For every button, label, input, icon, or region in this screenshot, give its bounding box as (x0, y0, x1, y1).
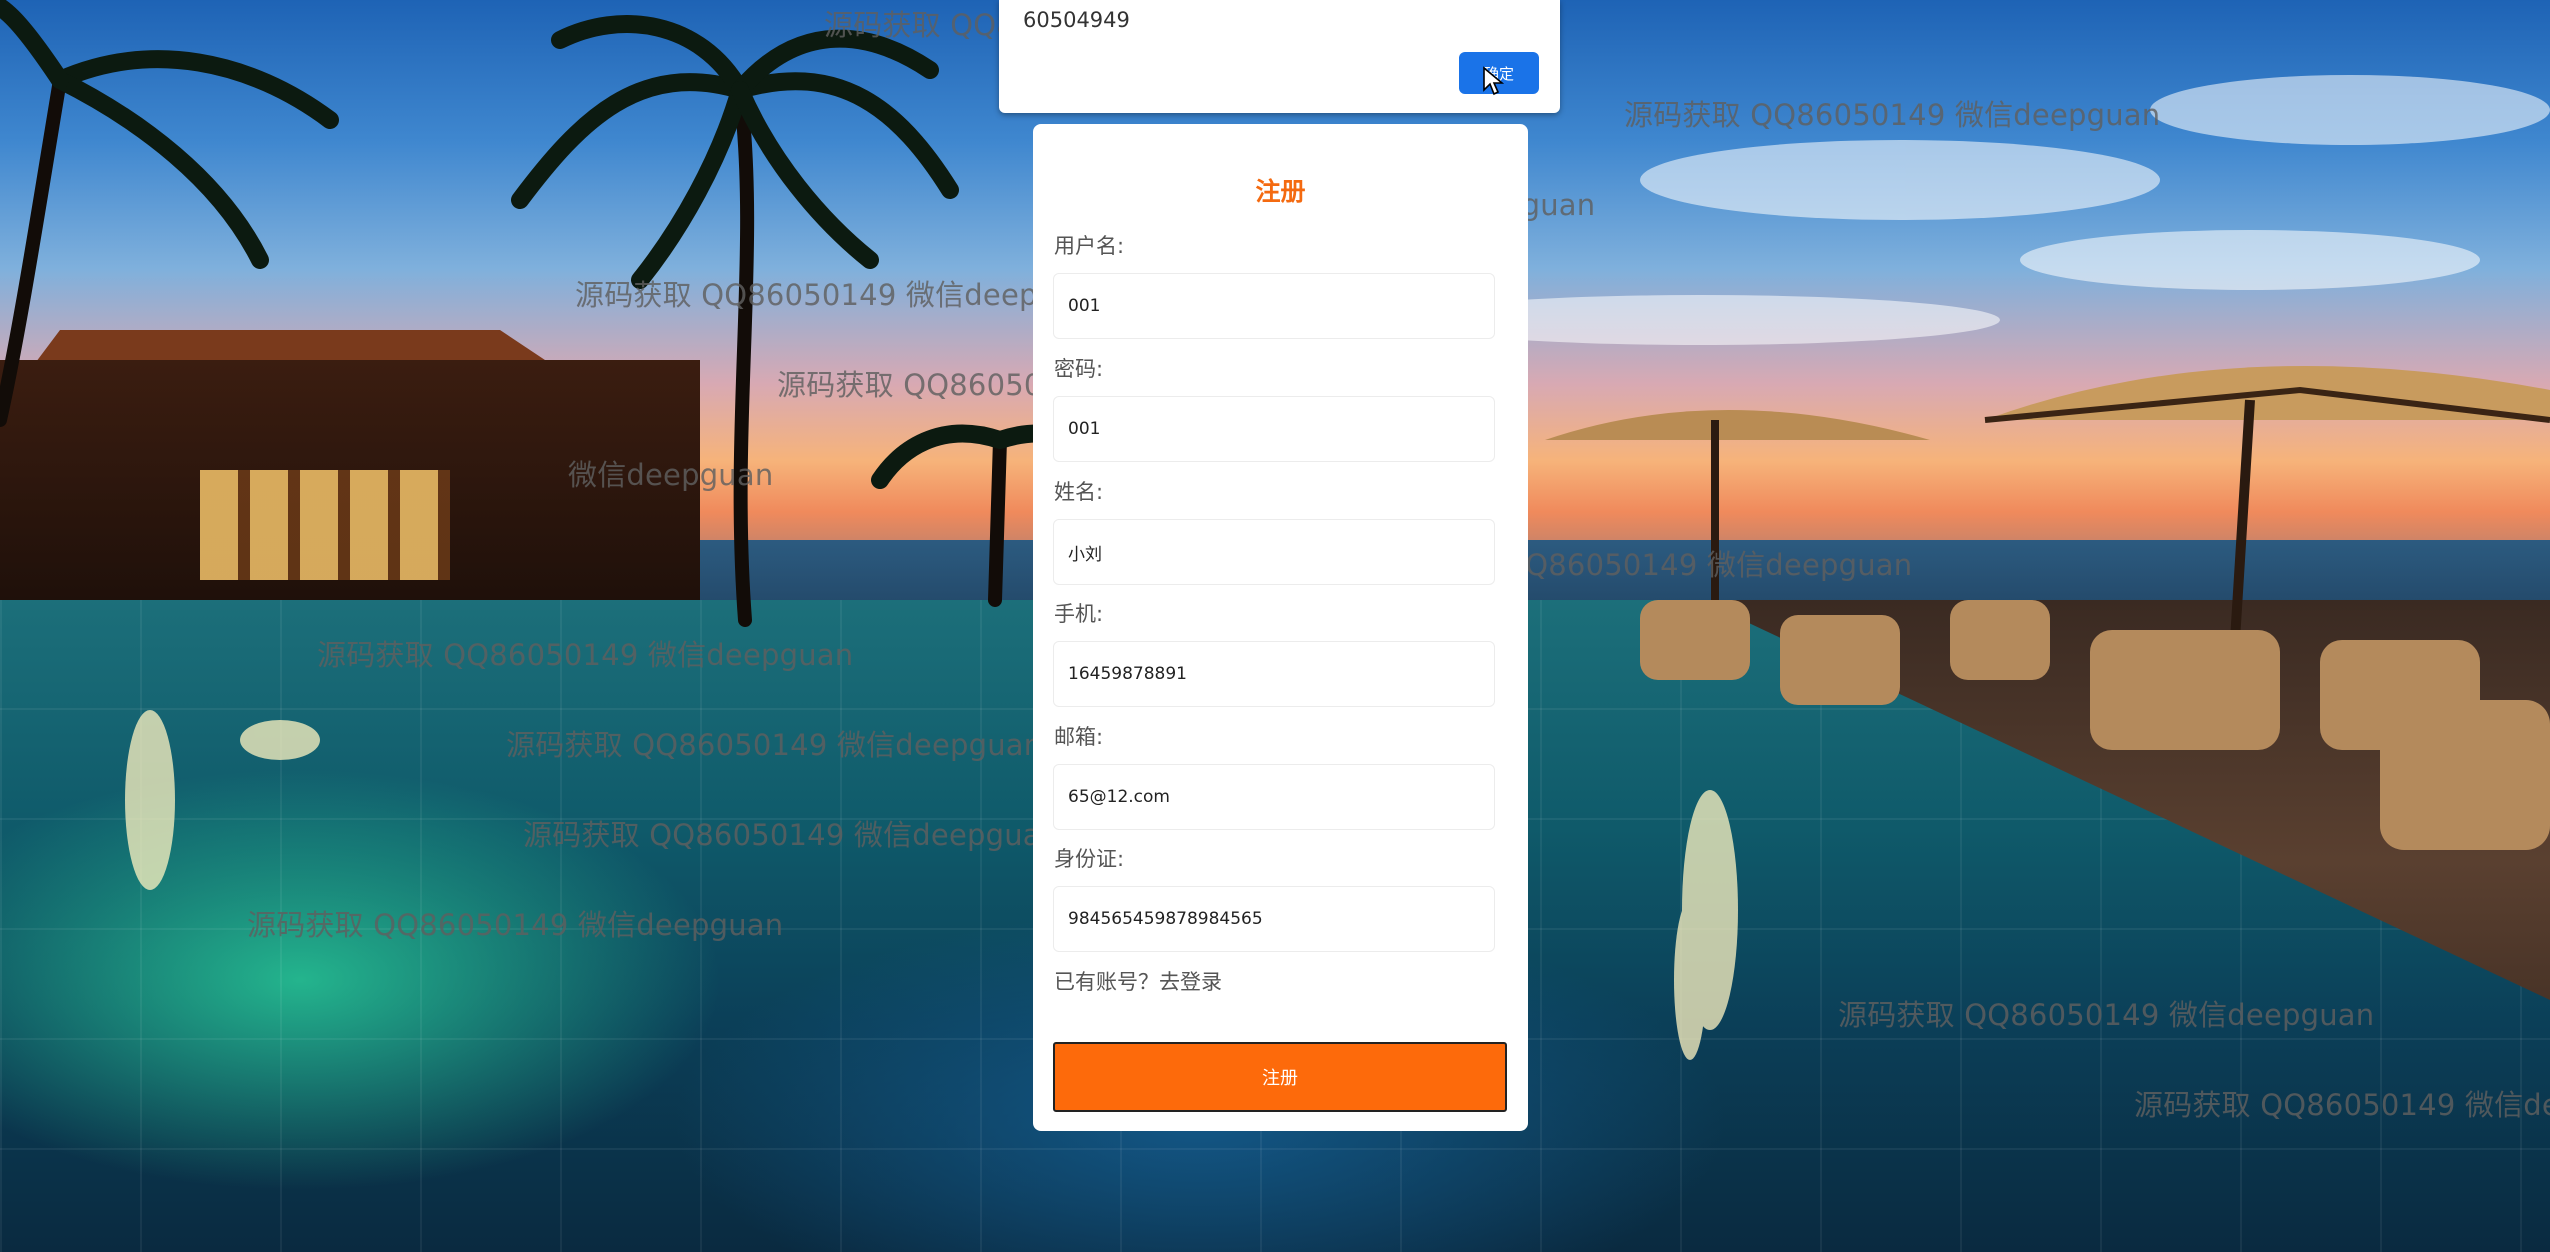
register-title: 注册 (1255, 177, 1306, 206)
alert-message: 60504949 (1023, 8, 1130, 32)
name-label: 姓名: (1054, 480, 1104, 504)
alert-dialog: 60504949 确定 (999, 0, 1560, 113)
password-label: 密码: (1054, 357, 1104, 381)
register-card: 注册 用户名: 密码: 姓名: 手机: 邮箱: 身份证: 已有账号？去登录 注册 (1033, 124, 1528, 1131)
name-input[interactable] (1053, 519, 1495, 585)
go-login-link[interactable]: 已有账号？去登录 (1054, 966, 1222, 996)
lounge-chairs (1640, 600, 2550, 850)
palm-trunks (0, 73, 1007, 627)
phone-input[interactable] (1053, 641, 1495, 707)
phone-label: 手机: (1054, 602, 1104, 626)
password-input[interactable] (1053, 396, 1495, 462)
id-card-input[interactable] (1053, 886, 1495, 952)
username-label: 用户名: (1054, 234, 1125, 258)
palm-fronds (0, 0, 1129, 489)
clouds (1400, 75, 2550, 345)
mouse-cursor-icon (1483, 66, 1504, 96)
email-label: 邮箱: (1054, 725, 1104, 749)
email-input[interactable] (1053, 764, 1495, 830)
register-button[interactable]: 注册 (1053, 1042, 1507, 1112)
id-card-label: 身份证: (1054, 847, 1125, 871)
username-input[interactable] (1053, 273, 1495, 339)
